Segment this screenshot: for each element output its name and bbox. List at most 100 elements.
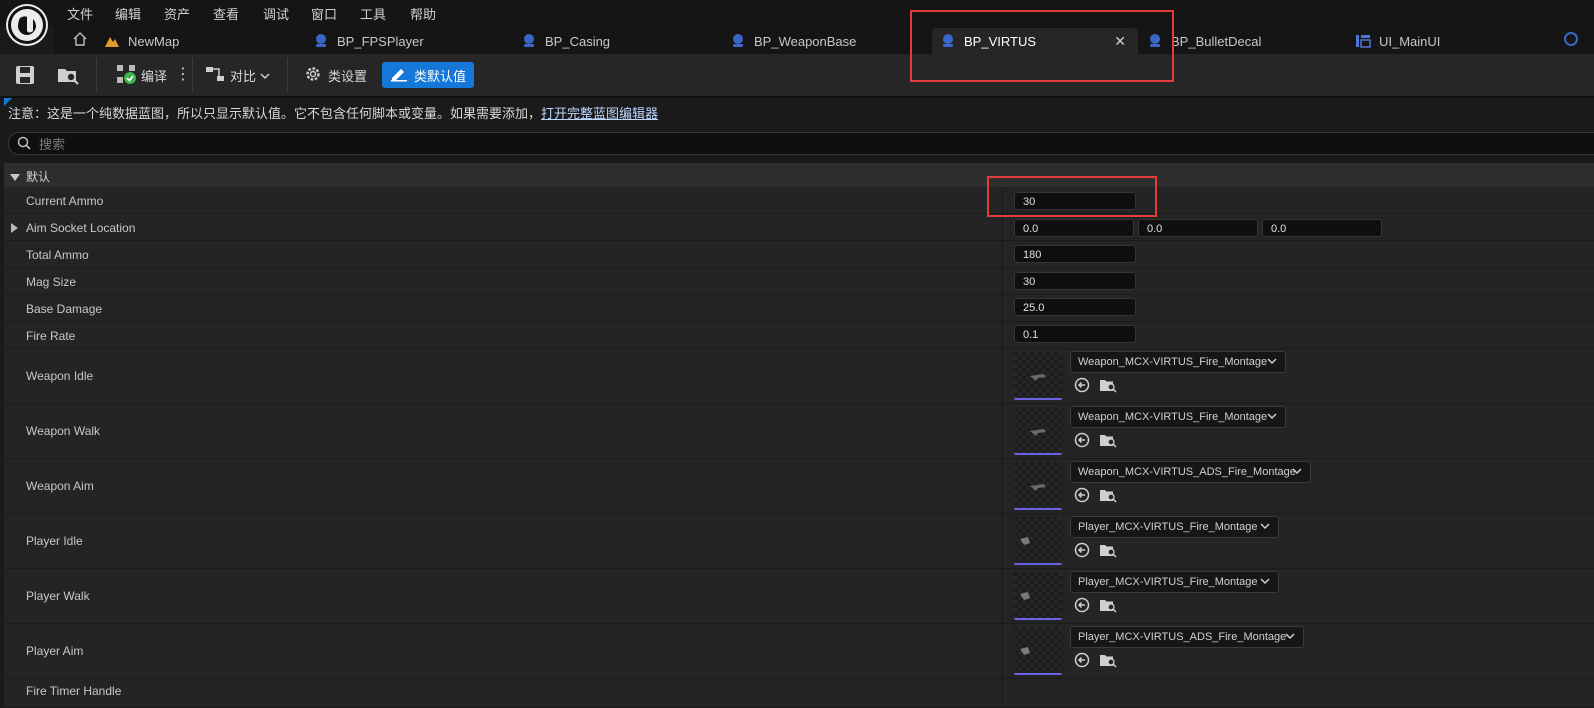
property-row [4,404,1594,459]
blueprint-icon[interactable] [1563,31,1579,50]
base-damage-field[interactable]: 25.0 [1014,298,1136,316]
chevron-down-icon [1267,407,1277,427]
tab-newmap[interactable]: NewMap [104,28,179,54]
asset-thumbnail[interactable] [1014,627,1062,675]
property-label: Weapon Idle [26,369,94,383]
menu-edit[interactable]: 编辑 [115,4,141,23]
blueprint-icon [730,33,746,49]
fire-rate-field[interactable]: 0.1 [1014,325,1136,343]
diff-button[interactable]: 对比 [205,62,270,88]
expand-arrow-icon[interactable] [11,222,18,236]
use-selected-asset-icon[interactable] [1074,597,1090,616]
total-ammo-field[interactable]: 180 [1014,245,1136,263]
open-full-editor-link[interactable]: 打开完整蓝图编辑器 [541,106,658,121]
asset-name: Player_MCX-VIRTUS_Fire_Montage [1078,576,1258,588]
notice-text: 注意：这是一个纯数据蓝图，所以只显示默认值。它不包含任何脚本或变量。如果需要添加… [8,106,542,121]
use-selected-asset-icon[interactable] [1074,542,1090,561]
chevron-down-icon [1260,517,1270,537]
property-label: Aim Socket Location [26,221,136,235]
menu-tools[interactable]: 工具 [360,4,386,23]
more-options-icon[interactable]: ⋮ [175,64,191,84]
asset-thumbnail[interactable] [1014,407,1062,455]
browse-asset-icon[interactable] [1099,652,1117,671]
class-defaults-label: 类默认值 [414,68,467,84]
column-splitter[interactable] [1002,187,1003,707]
asset-dropdown[interactable]: Player_MCX-VIRTUS_Fire_Montage [1070,516,1279,538]
use-selected-asset-icon[interactable] [1074,377,1090,396]
current-ammo-field[interactable]: 30 [1014,192,1136,210]
chevron-down-icon [1267,352,1277,372]
asset-dropdown[interactable]: Weapon_MCX-VIRTUS_ADS_Fire_Montage [1070,461,1311,483]
tab-bp-weaponbase[interactable]: BP_WeaponBase [730,28,856,54]
asset-thumbnail[interactable] [1014,572,1062,620]
blueprint-icon [521,33,537,49]
use-selected-asset-icon[interactable] [1074,432,1090,451]
browse-asset-icon[interactable] [1099,432,1117,451]
browse-asset-icon[interactable] [1099,377,1117,396]
data-only-notice: 注意：这是一个纯数据蓝图，所以只显示默认值。它不包含任何脚本或变量。如果需要添加… [8,103,658,122]
tab-bp-fpsplayer[interactable]: BP_FPSPlayer [313,28,424,54]
tab-bp-virtus[interactable]: BP_VIRTUS ✕ [932,28,1138,54]
asset-dropdown[interactable]: Weapon_MCX-VIRTUS_Fire_Montage [1070,351,1286,373]
class-defaults-button[interactable]: 类默认值 [382,62,475,88]
menu-debug[interactable]: 调试 [263,4,289,23]
unreal-logo-icon[interactable] [6,4,48,46]
tab-ui-mainui[interactable]: UI_MainUI [1355,28,1440,54]
menu-assets[interactable]: 资产 [164,4,190,23]
hands-icon [1020,647,1030,655]
diff-label: 对比 [230,68,257,84]
diff-icon [205,64,225,87]
compile-button[interactable]: 编译 [116,62,167,88]
category-header[interactable] [4,163,1594,187]
property-label: Fire Timer Handle [26,684,122,698]
property-label: Player Aim [26,644,84,658]
property-label: Total Ammo [26,248,89,262]
property-label: Weapon Aim [26,479,94,493]
class-settings-label: 类设置 [328,68,368,84]
tab-bp-casing[interactable]: BP_Casing [521,28,610,54]
aim-socket-x-field[interactable]: 0.0 [1014,219,1134,237]
property-row [4,349,1594,404]
asset-thumbnail[interactable] [1014,462,1062,510]
menu-file[interactable]: 文件 [67,4,93,23]
menu-help[interactable]: 帮助 [410,4,436,23]
search-icon [17,136,31,153]
tab-bp-bulletdecal[interactable]: BP_BulletDecal [1147,28,1261,54]
save-icon[interactable] [14,64,36,89]
use-selected-asset-icon[interactable] [1074,652,1090,671]
close-icon[interactable]: ✕ [1114,33,1126,50]
property-row [4,241,1594,268]
browse-asset-icon[interactable] [1099,542,1117,561]
property-row [4,187,1594,214]
property-label: Player Walk [26,589,90,603]
chevron-down-icon [1292,462,1302,482]
expand-arrow-icon[interactable] [10,171,20,185]
asset-dropdown[interactable]: Player_MCX-VIRTUS_ADS_Fire_Montage [1070,626,1304,648]
tab-label: BP_VIRTUS [964,33,1037,49]
search-input[interactable] [37,135,841,153]
toolbar-divider [96,58,97,92]
use-selected-asset-icon[interactable] [1074,487,1090,506]
class-settings-button[interactable]: 类设置 [304,62,367,88]
chevron-down-icon [1285,627,1295,647]
asset-dropdown[interactable]: Weapon_MCX-VIRTUS_Fire_Montage [1070,406,1286,428]
toolbar-divider [287,58,288,92]
menu-window[interactable]: 窗口 [311,4,337,23]
asset-thumbnail[interactable] [1014,352,1062,400]
browse-asset-icon[interactable] [1099,597,1117,616]
tab-label: NewMap [128,33,180,49]
browse-icon[interactable] [56,64,80,89]
home-icon[interactable] [72,31,88,50]
aim-socket-z-field[interactable]: 0.0 [1262,219,1382,237]
aim-socket-y-field[interactable]: 0.0 [1138,219,1258,237]
property-row [4,514,1594,569]
mag-size-field[interactable]: 30 [1014,272,1136,290]
browse-asset-icon[interactable] [1099,487,1117,506]
property-row [4,295,1594,322]
property-label: Fire Rate [26,329,76,343]
asset-thumbnail[interactable] [1014,517,1062,565]
menu-view[interactable]: 查看 [213,4,239,23]
asset-dropdown[interactable]: Player_MCX-VIRTUS_Fire_Montage [1070,571,1279,593]
toolbar-divider [192,58,193,92]
property-row [4,322,1594,349]
